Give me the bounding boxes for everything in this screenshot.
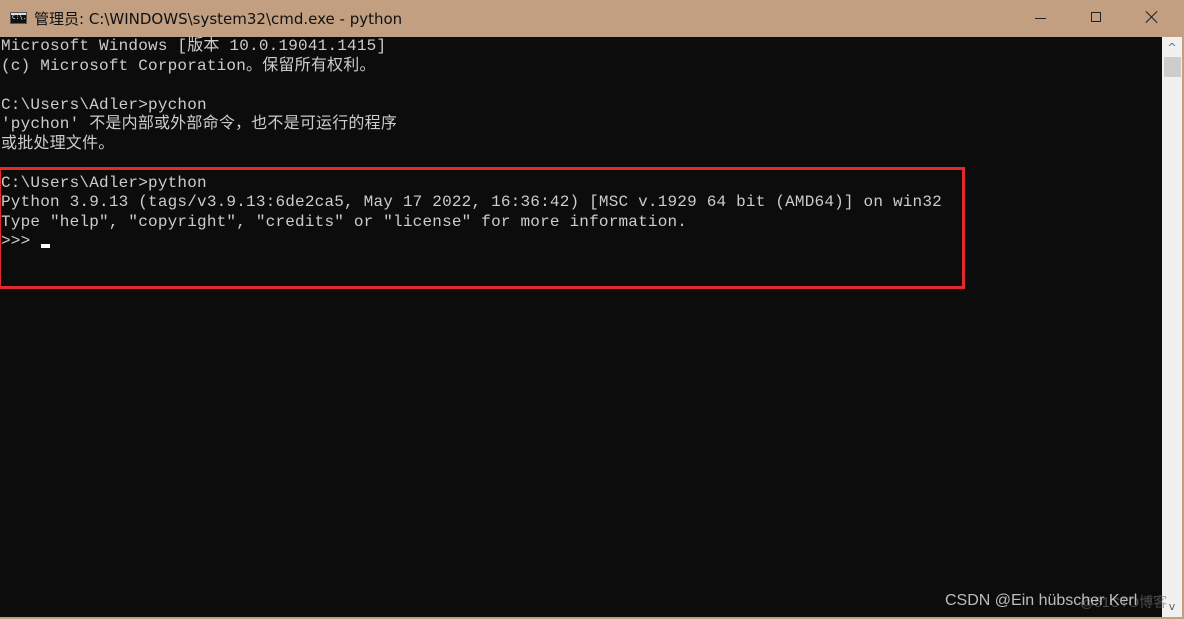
scroll-thumb[interactable] — [1164, 57, 1181, 77]
console-line: (c) Microsoft Corporation。保留所有权利。 — [1, 56, 376, 75]
vertical-scrollbar[interactable]: ^ v — [1162, 37, 1182, 617]
maximize-button[interactable] — [1074, 0, 1120, 37]
close-button[interactable] — [1130, 0, 1176, 37]
console-line: C:\Users\Adler>pychon — [1, 95, 207, 114]
window-title: 管理员: C:\WINDOWS\system32\cmd.exe - pytho… — [34, 10, 403, 28]
console-line: 或批处理文件。 — [1, 134, 115, 153]
close-icon — [1145, 10, 1159, 24]
console-area[interactable]: Microsoft Windows [版本 10.0.19041.1415] (… — [0, 37, 1162, 617]
cmd-icon[interactable]: C:\. — [10, 12, 27, 24]
maximize-icon — [1091, 12, 1101, 22]
title-bar[interactable]: C:\. 管理员: C:\WINDOWS\system32\cmd.exe - … — [0, 0, 1184, 37]
highlight-annotation-box — [0, 167, 965, 289]
watermark: CSDN @Ein hübscher Kerl — [945, 592, 1138, 609]
scroll-up-icon[interactable]: ^ — [1162, 37, 1182, 57]
console-line: Microsoft Windows [版本 10.0.19041.1415] — [1, 37, 387, 55]
minimize-button[interactable] — [1018, 0, 1064, 37]
minimize-icon — [1035, 18, 1046, 19]
console-line: 'pychon' 不是内部或外部命令，也不是可运行的程序 — [1, 115, 398, 133]
